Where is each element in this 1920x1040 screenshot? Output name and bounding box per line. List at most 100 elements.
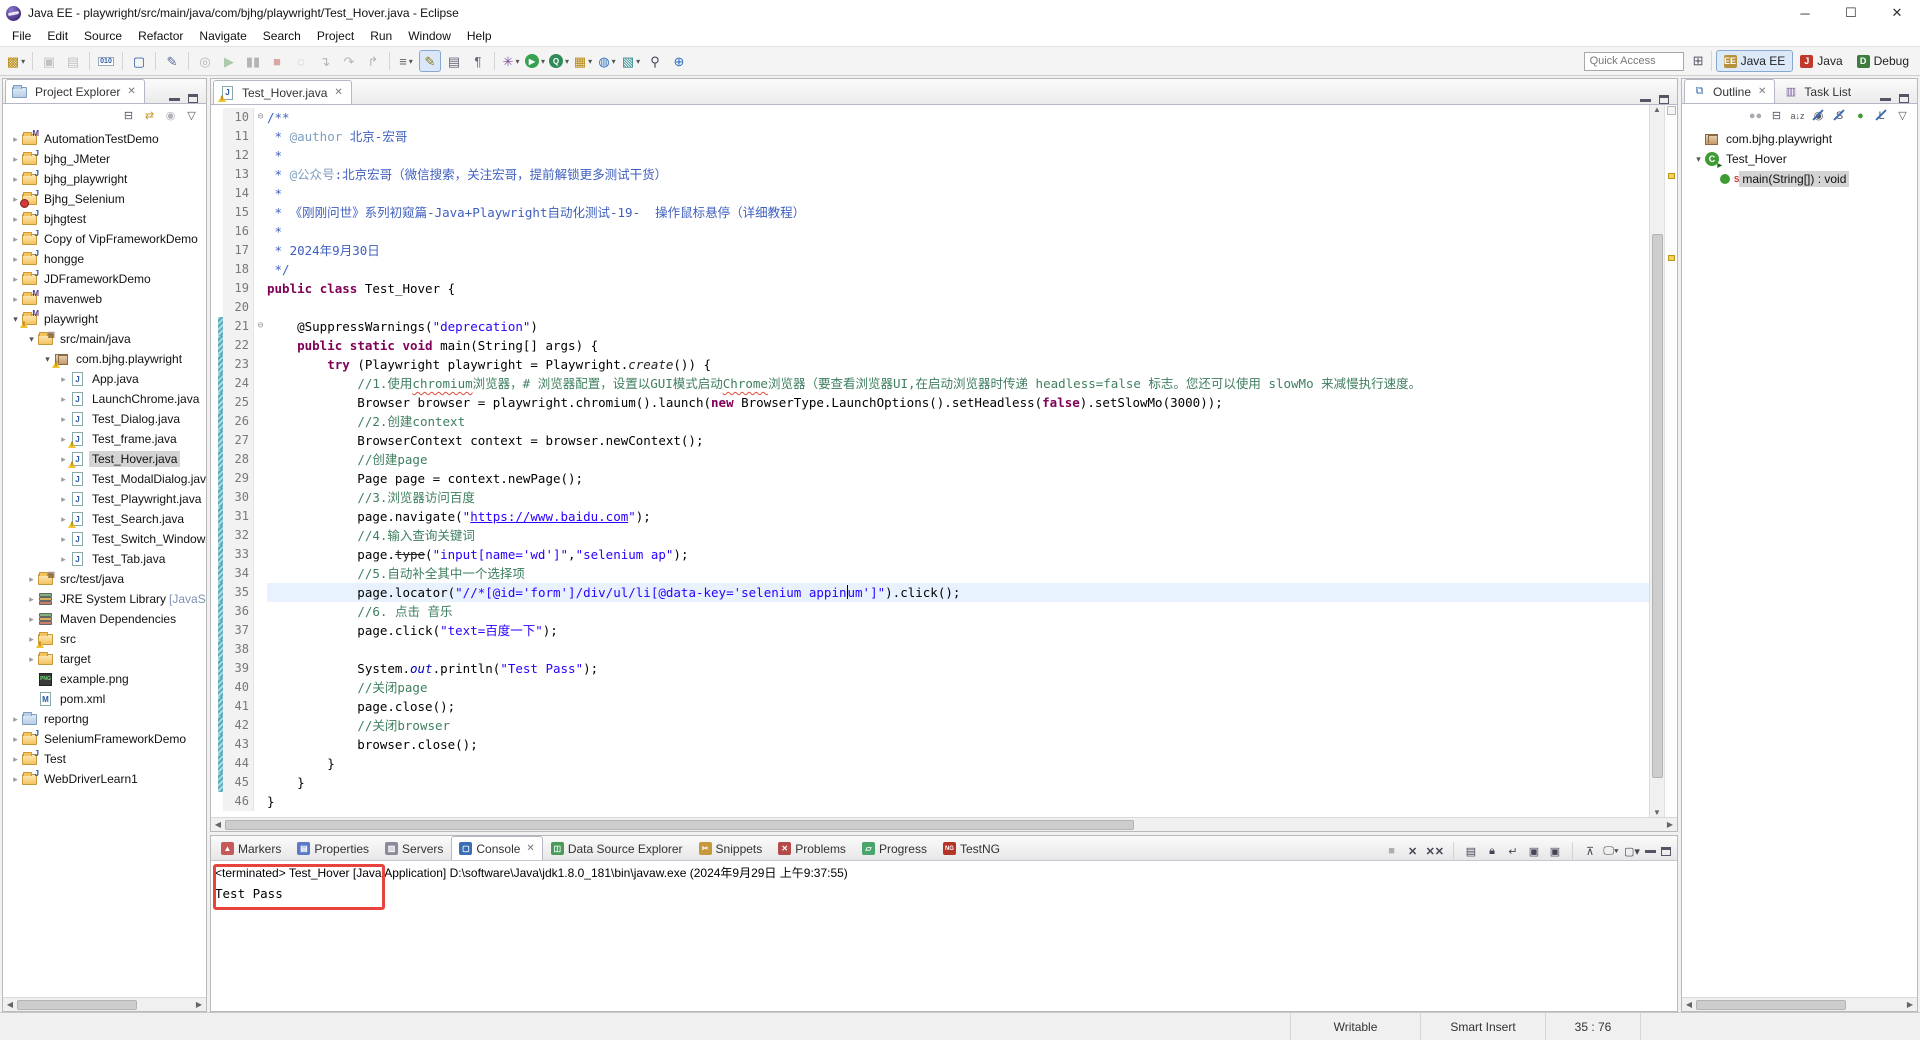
tab-testng[interactable]: NGTestNG [935, 836, 1008, 860]
minimize-console-icon[interactable] [1645, 849, 1656, 853]
view-menu-icon[interactable]: ▽ [1894, 107, 1911, 124]
tree-item[interactable]: ▸mavenweb [3, 289, 206, 309]
quick-access-input[interactable]: Quick Access [1584, 52, 1684, 71]
search-icon[interactable]: ⚲ [644, 50, 666, 72]
collapse-all-icon[interactable]: ⊟ [120, 107, 137, 124]
chevron-right-icon[interactable]: ▸ [57, 494, 70, 505]
close-view-icon[interactable]: ✕ [1758, 86, 1766, 97]
code-line[interactable]: 24 //1.使用chromium浏览器，# 浏览器配置，设置以GUI模式启动C… [211, 374, 1649, 393]
menu-navigate[interactable]: Navigate [191, 27, 254, 45]
show-annotations-icon[interactable]: ▤ [443, 50, 465, 72]
scroll-thumb[interactable] [225, 820, 1134, 830]
tree-item[interactable]: ▸JLaunchChrome.java [3, 389, 206, 409]
chevron-right-icon[interactable]: ▸ [9, 734, 22, 745]
chevron-right-icon[interactable]: ▸ [9, 174, 22, 185]
display-console-icon[interactable]: 🖵︎▾ [1603, 843, 1619, 859]
chevron-right-icon[interactable]: ▸ [57, 474, 70, 485]
code-line[interactable]: 45 } [211, 773, 1649, 792]
chevron-right-icon[interactable]: ▸ [9, 254, 22, 265]
link-with-editor-icon[interactable]: ⇄ [141, 107, 158, 124]
close-console-icon[interactable]: ✕ [526, 843, 534, 854]
external-tools-icon[interactable]: ✳▾ [500, 50, 522, 72]
maximize-view-icon[interactable] [188, 94, 198, 103]
maximize-editor-icon[interactable] [1659, 95, 1669, 104]
tree-item[interactable]: ▸JTest_Dialog.java [3, 409, 206, 429]
scroll-left-icon[interactable]: ◀ [3, 1000, 17, 1009]
outline-hscrollbar[interactable]: ◀ ▶ [1682, 997, 1917, 1011]
code-line[interactable]: 22 public static void main(String[] args… [211, 336, 1649, 355]
fold-marker[interactable]: ⊖ [253, 108, 267, 127]
minimize-view-icon[interactable] [169, 97, 180, 101]
code-line[interactable]: 33 page.type("input[name='wd']","seleniu… [211, 545, 1649, 564]
chevron-right-icon[interactable]: ▸ [57, 534, 70, 545]
tree-item[interactable]: ▸target [3, 649, 206, 669]
tab-snippets[interactable]: ✂Snippets [691, 836, 771, 860]
code-line[interactable]: 12 * [211, 146, 1649, 165]
tab-console[interactable]: ▢Console✕ [451, 836, 542, 860]
tab-outline[interactable]: ⧉ Outline ✕ [1684, 79, 1775, 103]
menu-edit[interactable]: Edit [39, 27, 76, 45]
new-web-project-icon[interactable]: ◍▾ [596, 50, 618, 72]
tree-item[interactable]: ▸Test [3, 749, 206, 769]
code-line[interactable]: 36 //6. 点击 音乐 [211, 602, 1649, 621]
chevron-right-icon[interactable]: ▸ [9, 274, 22, 285]
highlighter-icon[interactable]: ✎ [161, 50, 183, 72]
chevron-right-icon[interactable]: ▸ [25, 614, 38, 625]
scroll-thumb[interactable] [1696, 1000, 1846, 1010]
editor-vscrollbar[interactable]: ▲ ▼ [1649, 105, 1664, 817]
chevron-right-icon[interactable]: ▸ [9, 234, 22, 245]
chevron-down-icon[interactable]: ▾ [25, 334, 38, 345]
project-explorer-hscrollbar[interactable]: ◀ ▶ [3, 997, 206, 1011]
tab-markers[interactable]: ▲Markers [213, 836, 289, 860]
chevron-right-icon[interactable]: ▸ [9, 134, 22, 145]
perspective-java-ee[interactable]: EEJava EE [1716, 50, 1794, 72]
code-line[interactable]: 41 page.close(); [211, 697, 1649, 716]
code-line[interactable]: 10⊖/** [211, 108, 1649, 127]
tree-item[interactable]: ▸Copy of VipFrameworkDemo [3, 229, 206, 249]
minimize-view-icon[interactable] [1880, 97, 1891, 101]
code-line[interactable]: 20 [211, 298, 1649, 317]
hide-local-types-icon[interactable]: L [1873, 107, 1890, 124]
outline-item[interactable]: Smain(String[]) : void [1682, 169, 1917, 189]
code-line[interactable]: 17 * 2024年9月30日 [211, 241, 1649, 260]
chevron-right-icon[interactable]: ▸ [25, 594, 38, 605]
scroll-lock-icon[interactable]: 🔒︎ [1484, 843, 1500, 859]
tree-item[interactable]: ▾com.bjhg.playwright [3, 349, 206, 369]
clear-console-icon[interactable]: ▤ [1463, 843, 1479, 859]
show-stdout-icon[interactable]: ▣ [1526, 843, 1542, 859]
menu-run[interactable]: Run [362, 27, 400, 45]
tree-item[interactable]: ▸JTest_ModalDialog.java [3, 469, 206, 489]
tab-problems[interactable]: ✕Problems [770, 836, 854, 860]
tree-item[interactable]: ▸JTest_Playwright.java [3, 489, 206, 509]
new-ear-icon[interactable]: ▦▾ [572, 50, 594, 72]
code-line[interactable]: 16 * [211, 222, 1649, 241]
tab-servers[interactable]: ▥Servers [377, 836, 451, 860]
chevron-right-icon[interactable]: ▸ [9, 754, 22, 765]
maximize-console-icon[interactable] [1661, 847, 1671, 856]
code-line[interactable]: 18 */ [211, 260, 1649, 279]
chevron-right-icon[interactable]: ▸ [57, 394, 70, 405]
code-line[interactable]: 19public class Test_Hover { [211, 279, 1649, 298]
tree-item[interactable]: ▸Bjhg_Selenium [3, 189, 206, 209]
collapse-all-icon[interactable]: ⊟ [1768, 107, 1785, 124]
open-perspective-icon[interactable]: ⊞ [1692, 51, 1712, 71]
scroll-thumb[interactable] [17, 1000, 137, 1010]
pin-console-icon[interactable]: ⊼ [1582, 843, 1598, 859]
close-editor-icon[interactable]: ✕ [334, 87, 342, 98]
run-icon[interactable]: ▶▾ [524, 50, 546, 72]
scroll-left-icon[interactable]: ◀ [1682, 1000, 1696, 1009]
perspective-java[interactable]: JJava [1793, 50, 1849, 72]
maximize-window-icon[interactable]: ☐ [1828, 0, 1874, 26]
tree-item[interactable]: ▸bjhgtest [3, 209, 206, 229]
code-line[interactable]: 32 //4.输入查询关键词 [211, 526, 1649, 545]
tree-item[interactable]: ▾src/main/java [3, 329, 206, 349]
minimize-editor-icon[interactable] [1640, 98, 1651, 102]
scroll-right-icon[interactable]: ▶ [192, 1000, 206, 1009]
tab-properties[interactable]: ▤Properties [289, 836, 377, 860]
new-wizard-icon[interactable]: ▩▾ [5, 50, 27, 72]
chevron-right-icon[interactable]: ▸ [25, 574, 38, 585]
menu-source[interactable]: Source [76, 27, 130, 45]
code-line[interactable]: 11 * @author 北京-宏哥 [211, 127, 1649, 146]
tab-project-explorer[interactable]: Project Explorer ✕ [5, 79, 145, 103]
chevron-right-icon[interactable]: ▸ [9, 294, 22, 305]
